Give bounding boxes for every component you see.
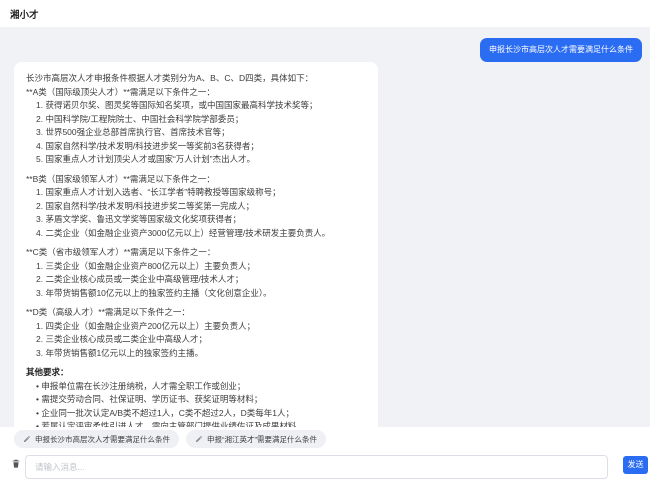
- pencil-icon: [195, 435, 203, 443]
- assistant-message-line: 3. 世界500强企业总部首席执行官、首席技术官等；: [26, 126, 366, 140]
- chat-area: 申报长沙市高层次人才需要满足什么条件 长沙市高层次人才申报条件根据人才类别分为A…: [0, 27, 650, 427]
- assistant-message-line: • 申报单位需在长沙注册纳税，人才需全职工作或创业；: [26, 380, 366, 394]
- assistant-message-line: 1. 三类企业（如金融企业资产800亿元以上）主要负责人；: [26, 260, 366, 274]
- suggestion-chips: 申报长沙市高层次人才需要满足什么条件 申报“湘江英才”需要满足什么条件: [14, 430, 326, 448]
- assistant-message-line: 3. 年带货销售额10亿元以上的独家签约主播（文化创意企业）。: [26, 287, 366, 301]
- assistant-message-line: 5. 国家重点人才计划顶尖人才或国家“万人计划”杰出人才。: [26, 153, 366, 167]
- assistant-message-line: 2. 二类企业核心成员或一类企业中高级管理/技术人才；: [26, 273, 366, 287]
- assistant-message-line: **C类（省市级领军人才）**需满足以下条件之一：: [26, 246, 366, 260]
- assistant-message-line: 3. 茅盾文学奖、鲁迅文学奖等国家级文化奖项获得者；: [26, 213, 366, 227]
- assistant-message-line: 2. 中国科学院/工程院院士、中国社会科学院学部委员；: [26, 113, 366, 127]
- assistant-message-line: • 企业同一批次认定A/B类不超过1人，C类不超过2人，D类每年1人；: [26, 407, 366, 421]
- composer-bar: 申报长沙市高层次人才需要满足什么条件 申报“湘江英才”需要满足什么条件 发送: [0, 427, 650, 481]
- assistant-message-line: 3. 年带货销售额1亿元以上的独家签约主播。: [26, 347, 366, 361]
- clear-chat-button[interactable]: [9, 457, 22, 471]
- assistant-message-line: 4. 国家自然科学/技术发明/科技进步奖一等奖前3名获得者；: [26, 140, 366, 154]
- assistant-message-line: • 若属认定评审柔性引进人才，需向主管部门提供业绩佐证及成果材料: [26, 420, 366, 427]
- send-button[interactable]: 发送: [623, 456, 648, 474]
- suggestion-chip[interactable]: 申报长沙市高层次人才需要满足什么条件: [14, 430, 179, 448]
- assistant-message-line: **D类（高级人才）**需满足以下条件之一：: [26, 306, 366, 320]
- assistant-message-line: 2. 三类企业核心成员或二类企业中高级人才；: [26, 333, 366, 347]
- chat-app: 湘小才 申报长沙市高层次人才需要满足什么条件 长沙市高层次人才申报条件根据人才类…: [0, 0, 650, 481]
- pencil-icon: [23, 435, 31, 443]
- app-header: 湘小才: [0, 0, 650, 27]
- suggestion-chip-label: 申报长沙市高层次人才需要满足什么条件: [35, 434, 170, 445]
- assistant-message-line: **A类（国际级顶尖人才）**需满足以下条件之一：: [26, 86, 366, 100]
- assistant-message-line: **B类（国家级领军人才）**需满足以下条件之一：: [26, 173, 366, 187]
- user-message-bubble: 申报长沙市高层次人才需要满足什么条件: [480, 38, 642, 62]
- assistant-message-line: 4. 二类企业（如金融企业资产3000亿元以上）经营管理/技术研发主要负责人。: [26, 227, 366, 241]
- assistant-message-line: 1. 四类企业（如金融企业资产200亿元以上）主要负责人；: [26, 320, 366, 334]
- assistant-message-line: 1. 获得诺贝尔奖、图灵奖等国际知名奖项，或中国国家最高科学技术奖等；: [26, 99, 366, 113]
- suggestion-chip-label: 申报“湘江英才”需要满足什么条件: [207, 434, 317, 445]
- assistant-message-line: 其他要求：: [26, 366, 366, 380]
- assistant-message: 长沙市高层次人才申报条件根据人才类别分为A、B、C、D四类，具体如下：**A类（…: [14, 62, 378, 427]
- assistant-message-line: • 需提交劳动合同、社保证明、学历证书、获奖证明等材料；: [26, 393, 366, 407]
- suggestion-chip[interactable]: 申报“湘江英才”需要满足什么条件: [186, 430, 326, 448]
- assistant-message-line: 1. 国家重点人才计划入选者、“长江学者”特聘教授等国家级称号；: [26, 186, 366, 200]
- app-title: 湘小才: [10, 7, 39, 21]
- assistant-message-line: 2. 国家自然科学/技术发明/科技进步奖二等奖第一完成人；: [26, 200, 366, 214]
- trash-icon: [11, 458, 21, 469]
- assistant-message-line: 长沙市高层次人才申报条件根据人才类别分为A、B、C、D四类，具体如下：: [26, 72, 366, 86]
- assistant-message-body: 长沙市高层次人才申报条件根据人才类别分为A、B、C、D四类，具体如下：**A类（…: [26, 72, 366, 427]
- message-input[interactable]: [25, 455, 608, 479]
